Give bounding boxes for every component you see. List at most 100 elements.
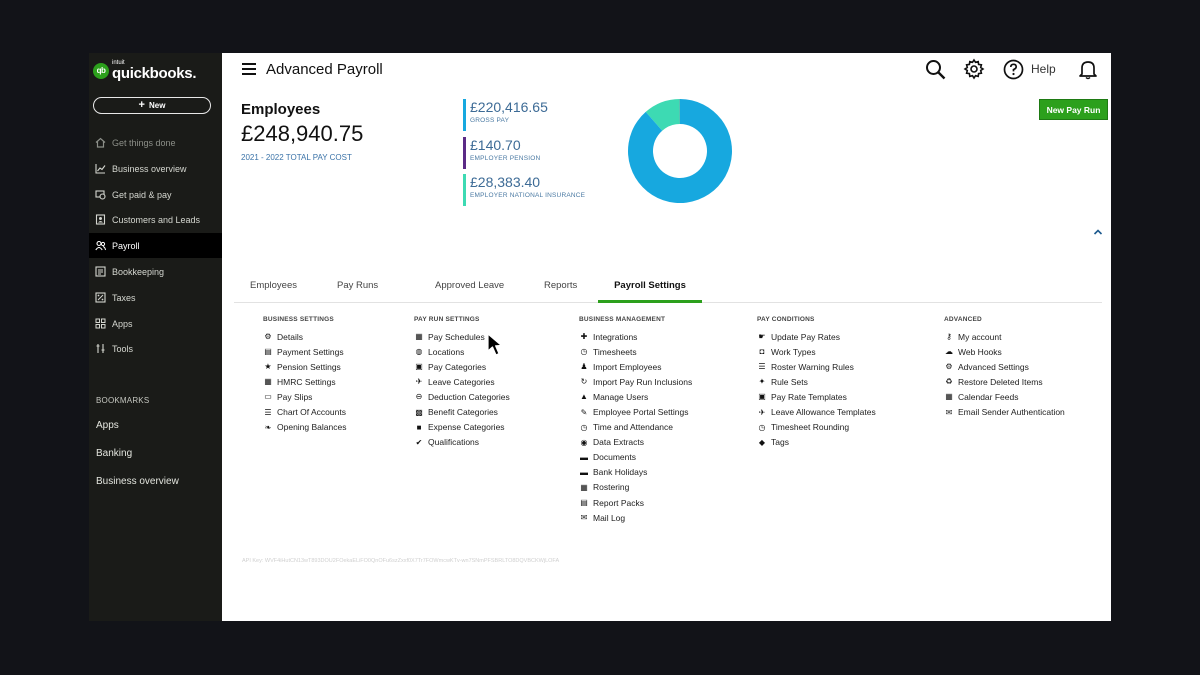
settings-link-label: Qualifications [428,437,480,448]
document-icon: ▤ [264,347,272,357]
sidebar-item-payroll[interactable]: Payroll [89,233,222,258]
folder-icon: ▬ [580,467,588,477]
settings-link-my-account[interactable]: ⚷ My account [944,329,1065,344]
settings-link-timesheets[interactable]: ◷ Timesheets [579,344,692,359]
sidebar-item-label: Customers and Leads [112,214,201,225]
settings-link-deduction-categories[interactable]: ⊖ Deduction Categories [414,389,510,404]
settings-link-web-hooks[interactable]: ☁ Web Hooks [944,344,1065,359]
tab-reports[interactable]: Reports [544,280,577,303]
settings-link-calendar-feeds[interactable]: ▦ Calendar Feeds [944,389,1065,404]
bookmark-business-overview[interactable]: Business overview [96,476,179,487]
sidebar-item-bookkeeping[interactable]: Bookkeeping [89,259,222,284]
settings-link-hmrc-settings[interactable]: ▦ HMRC Settings [263,374,346,389]
settings-link-benefit-categories[interactable]: ▩ Benefit Categories [414,404,510,419]
settings-link-pay-rate-templates[interactable]: ▣ Pay Rate Templates [757,389,876,404]
sidebar-item-get-paid-pay[interactable]: Get paid & pay [89,182,222,207]
gift-icon: ▩ [415,407,423,417]
gear-icon[interactable] [963,58,985,85]
help-label[interactable]: Help [1031,62,1056,76]
settings-link-timesheet-rounding[interactable]: ◷ Timesheet Rounding [757,420,876,435]
settings-link-import-employees[interactable]: ♟ Import Employees [579,359,692,374]
payments-icon [95,189,106,200]
settings-link-manage-users[interactable]: ▲ Manage Users [579,389,692,404]
stat-color-bar [463,99,466,131]
bookmark-apps[interactable]: Apps [96,420,119,431]
settings-link-employee-portal-settings[interactable]: ✎ Employee Portal Settings [579,404,692,419]
settings-link-advanced-settings[interactable]: ⚙ Advanced Settings [944,359,1065,374]
new-pay-run-button[interactable]: New Pay Run [1039,99,1108,120]
sidebar-item-label: Tools [112,343,134,354]
help-icon[interactable] [1003,59,1024,85]
settings-link-rostering[interactable]: ▦ Rostering [579,480,692,495]
settings-link-label: Rule Sets [771,376,808,387]
database-icon: ◉ [580,437,588,447]
settings-link-qualifications[interactable]: ✔ Qualifications [414,435,510,450]
settings-link-documents[interactable]: ▬ Documents [579,450,692,465]
settings-link-restore-deleted-items[interactable]: ♻ Restore Deleted Items [944,374,1065,389]
settings-link-chart-of-accounts[interactable]: ☰ Chart Of Accounts [263,404,346,419]
settings-link-roster-warning-rules[interactable]: ☰ Roster Warning Rules [757,359,876,374]
settings-link-report-packs[interactable]: ▤ Report Packs [579,495,692,510]
donut-slice-gross-pay[interactable] [628,99,732,203]
settings-link-time-and-attendance[interactable]: ◷ Time and Attendance [579,420,692,435]
settings-link-payment-settings[interactable]: ▤ Payment Settings [263,344,346,359]
settings-link-pay-slips[interactable]: ▭ Pay Slips [263,389,346,404]
settings-link-tags[interactable]: ◆ Tags [757,435,876,450]
clock-icon: ◷ [580,422,588,432]
settings-link-bank-holidays[interactable]: ▬ Bank Holidays [579,465,692,480]
settings-link-integrations[interactable]: ✚ Integrations [579,329,692,344]
settings-link-email-sender-authentication[interactable]: ✉ Email Sender Authentication [944,404,1065,419]
settings-link-label: Update Pay Rates [771,331,840,342]
quickbooks-logo[interactable]: qb intuit quickbooks. [93,60,197,81]
settings-column-title: PAY CONDITIONS [757,316,815,323]
tab-pay-runs[interactable]: Pay Runs [337,280,378,303]
settings-link-label: Timesheet Rounding [771,422,850,433]
settings-link-pension-settings[interactable]: ★ Pension Settings [263,359,346,374]
tab-payroll-settings[interactable]: Payroll Settings [598,280,702,303]
square-icon: ■ [416,422,422,432]
settings-link-label: HMRC Settings [277,376,336,387]
refresh-icon: ↻ [580,377,588,387]
settings-link-leave-categories[interactable]: ✈ Leave Categories [414,374,510,389]
apps-icon [95,318,106,329]
sidebar-item-tools[interactable]: Tools [89,336,222,361]
settings-link-data-extracts[interactable]: ◉ Data Extracts [579,435,692,450]
bookmark-banking[interactable]: Banking [96,448,132,459]
settings-link-work-types[interactable]: ◘ Work Types [757,344,876,359]
hamburger-menu-icon[interactable] [242,62,256,76]
chevron-up-icon[interactable] [1093,223,1103,241]
stat-color-bar [463,174,466,206]
sidebar-item-taxes[interactable]: Taxes [89,285,222,310]
settings-column-title: ADVANCED [944,316,982,323]
settings-link-label: Time and Attendance [593,422,674,433]
search-icon[interactable] [925,59,946,85]
tab-employees[interactable]: Employees [250,280,297,303]
sidebar-item-apps[interactable]: Apps [89,311,222,336]
stat-color-bar [463,137,466,169]
sidebar-item-label: Apps [112,318,133,329]
settings-link-opening-balances[interactable]: ❧ Opening Balances [263,420,347,435]
bell-icon[interactable] [1077,58,1099,85]
settings-link-label: Roster Warning Rules [771,361,854,372]
total-pay-cost: £248,940.75 [241,121,364,146]
new-button[interactable]: + New [93,97,211,114]
tools-icon [95,343,106,354]
mouse-pointer-icon [487,333,507,362]
settings-link-details[interactable]: ⚙ Details [263,329,346,344]
brush-icon: ✎ [580,407,588,417]
settings-link-label: Import Pay Run Inclusions [593,376,693,387]
settings-link-update-pay-rates[interactable]: ☛ Update Pay Rates [757,329,876,344]
settings-link-label: Web Hooks [958,346,1002,357]
sidebar-item-get-things-done[interactable]: Get things done [89,130,222,155]
sidebar-item-business-overview[interactable]: Business overview [89,156,222,181]
tab-approved-leave[interactable]: Approved Leave [435,280,504,303]
settings-link-expense-categories[interactable]: ■ Expense Categories [414,420,510,435]
settings-link-rule-sets[interactable]: ✦ Rule Sets [757,374,876,389]
settings-link-label: Employee Portal Settings [593,407,689,418]
settings-link-leave-allowance-templates[interactable]: ✈ Leave Allowance Templates [757,404,876,419]
settings-link-mail-log[interactable]: ✉ Mail Log [579,510,692,525]
sidebar-item-customers-leads[interactable]: Customers and Leads [89,207,222,232]
settings-link-import-pay-run-inclusions[interactable]: ↻ Import Pay Run Inclusions [579,374,693,389]
star-icon: ★ [264,362,272,372]
stat-label: GROSS PAY [470,117,510,124]
